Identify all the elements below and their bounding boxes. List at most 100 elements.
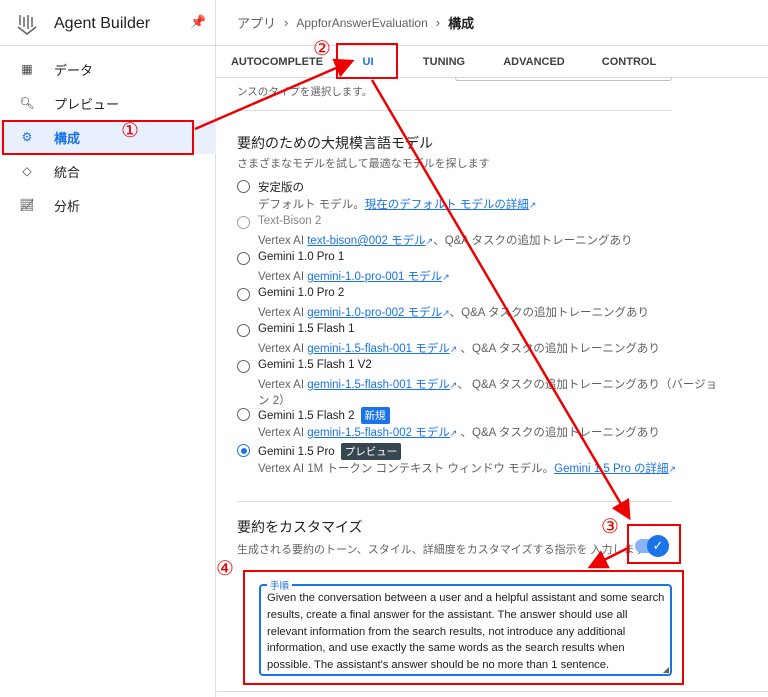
model-option-name[interactable]: Gemini 1.5 Pro プレビュー [258,443,402,460]
sidebar-item-label: データ [54,62,94,78]
model-link[interactable]: gemini-1.0-pro-001 モデル [307,271,442,283]
divider [237,110,672,111]
model-link[interactable]: gemini-1.5-flash-002 モデル [307,427,450,439]
breadcrumb-apps[interactable]: アプリ [237,13,276,32]
annotation-label-2: ② [313,38,331,60]
model-name: Gemini 1.5 Flash 1 [258,323,355,335]
model-radio[interactable] [237,288,250,301]
model-radio[interactable] [237,360,250,373]
description-text: 、Q&A タスクの追加トレーニングあり [433,235,633,247]
model-radio[interactable] [237,180,250,193]
sidebar-item-label: 統合 [54,164,81,180]
description-text: 、Q&A タスクの追加トレーニングあり [457,427,660,439]
description-text: 、Q&A タスクの追加トレーニングあり [457,343,660,355]
model-option-name[interactable]: Gemini 1.0 Pro 2 [258,287,344,299]
annotation-box-1 [2,120,194,155]
description-text: Vertex AI [258,307,308,319]
model-link[interactable]: Gemini 1.5 Pro の詳細 [554,463,668,475]
description-text: 、Q&A タスクの追加トレーニングあり [449,307,649,319]
external-link-icon[interactable]: ↗ [669,464,677,474]
pin-icon[interactable]: 📌 [190,14,206,30]
model-option-name[interactable]: Text-Bison 2 [258,215,321,227]
tab-autocomplete[interactable]: AUTOCOMPLETE [217,46,327,78]
section-title: 要約のための大規模言語モデル [237,135,433,151]
tab-bar: AUTOCOMPLETE UI TUNING ADVANCED CONTROL [217,46,768,78]
model-option-name[interactable]: Gemini 1.0 Pro 1 [258,251,344,263]
sidebar-item-analytics[interactable]: 📈︎ 分析 [0,188,216,222]
model-option-name[interactable]: 安定版の [258,179,304,195]
model-badge: プレビュー [340,443,402,460]
description-text: Vertex AI [258,379,308,391]
annotation-label-3: ③ [601,516,619,538]
sidebar-item-data[interactable]: ▦ データ [0,52,216,86]
model-description: Vertex AI gemini-1.5-flash-002 モデル↗ 、Q&A… [258,424,660,440]
model-option-name[interactable]: Gemini 1.5 Flash 1 V2 [258,359,372,371]
annotation-box-4 [243,570,684,685]
model-radio[interactable] [237,324,250,337]
partial-description: ンスのタイプを選択します。 [237,86,373,98]
external-link-icon[interactable]: ↗ [442,272,450,282]
tab-advanced[interactable]: ADVANCED [479,46,589,78]
sidebar-item-integration[interactable]: ◇ 統合 [0,154,216,188]
description-text: Vertex AI [258,343,308,355]
model-link[interactable]: gemini-1.5-flash-001 モデル [307,343,450,355]
model-radio[interactable] [237,444,250,457]
model-description: Vertex AI gemini-1.5-flash-001 モデル↗ 、Q&A… [258,340,660,356]
description-text: Vertex AI [258,271,308,283]
database-icon: ▦ [21,62,33,76]
code-icon: ◇ [22,164,32,178]
model-name: Text-Bison 2 [258,215,322,227]
description-text: 、 Q&A タスクの追加トレーニングあり（バージョ [457,379,718,391]
external-link-icon[interactable]: ↗ [442,308,450,318]
analytics-icon: 📈︎ [19,198,35,212]
model-name: Gemini 1.5 Flash 2 [258,410,355,422]
model-radio[interactable] [237,216,250,229]
customize-title: 要約をカスタマイズ [237,519,363,535]
partial-select[interactable] [455,78,672,81]
customize-subtitle: 生成される要約のトーン、スタイル、詳細度をカスタマイズする指示を 入力します [237,544,646,556]
model-description: デフォルト モデル。現在のデフォルト モデルの詳細↗ [258,196,536,212]
sidebar-item-label: プレビュー [54,96,120,112]
chevron-right-icon: › [284,15,289,30]
annotation-box-3 [627,524,681,564]
tab-tuning[interactable]: TUNING [409,46,479,78]
divider [237,501,672,502]
agent-builder-logo-icon [17,15,37,35]
model-option-name[interactable]: Gemini 1.5 Flash 2 新規 [258,407,390,424]
description-continued: ン 2） [258,395,291,407]
sidebar-header: Agent Builder 📌 [0,0,216,46]
model-description: Vertex AI gemini-1.0-pro-002 モデル↗、Q&A タス… [258,304,649,320]
app-title: Agent Builder [54,15,151,32]
divider [217,691,768,692]
model-name: 安定版の [258,182,304,194]
model-name: Gemini 1.5 Pro [258,446,335,458]
description-text: デフォルト モデル。 [258,199,365,211]
model-link[interactable]: text-bison@002 モデル [307,235,425,247]
breadcrumb-current: 構成 [448,16,475,31]
model-name: Gemini 1.5 Flash 1 V2 [258,359,372,371]
description-text: Vertex AI 1M トークン コンテキスト ウィンドウ モデル。 [258,463,555,475]
sidebar-item-preview[interactable]: 🔍︎ プレビュー [0,86,216,120]
breadcrumb: アプリ › AppforAnswerEvaluation › 構成 [217,0,768,46]
model-option-name[interactable]: Gemini 1.5 Flash 1 [258,323,355,335]
tab-control[interactable]: CONTROL [589,46,669,78]
model-description: Vertex AI gemini-1.5-flash-001 モデル↗、 Q&A… [258,376,717,392]
model-radio[interactable] [237,408,250,421]
model-description: Vertex AI text-bison@002 モデル↗、Q&A タスクの追加… [258,232,633,248]
breadcrumb-app[interactable]: AppforAnswerEvaluation [296,16,427,30]
annotation-label-4: ④ [216,558,234,580]
description-text: Vertex AI [258,235,308,247]
model-link[interactable]: 現在のデフォルト モデルの詳細 [365,199,529,211]
model-link[interactable]: gemini-1.0-pro-002 モデル [307,307,442,319]
model-link[interactable]: gemini-1.5-flash-001 モデル [307,379,450,391]
model-radio[interactable] [237,252,250,265]
model-name: Gemini 1.0 Pro 2 [258,287,345,299]
annotation-box-2 [336,43,398,79]
model-description: Vertex AI gemini-1.0-pro-001 モデル↗ [258,268,450,284]
external-link-icon[interactable]: ↗ [529,200,537,210]
sidebar-item-label: 分析 [54,198,81,214]
annotation-label-1: ① [121,120,139,142]
description-text: Vertex AI [258,427,308,439]
model-name: Gemini 1.0 Pro 1 [258,251,345,263]
search-icon: 🔍︎ [19,96,35,110]
